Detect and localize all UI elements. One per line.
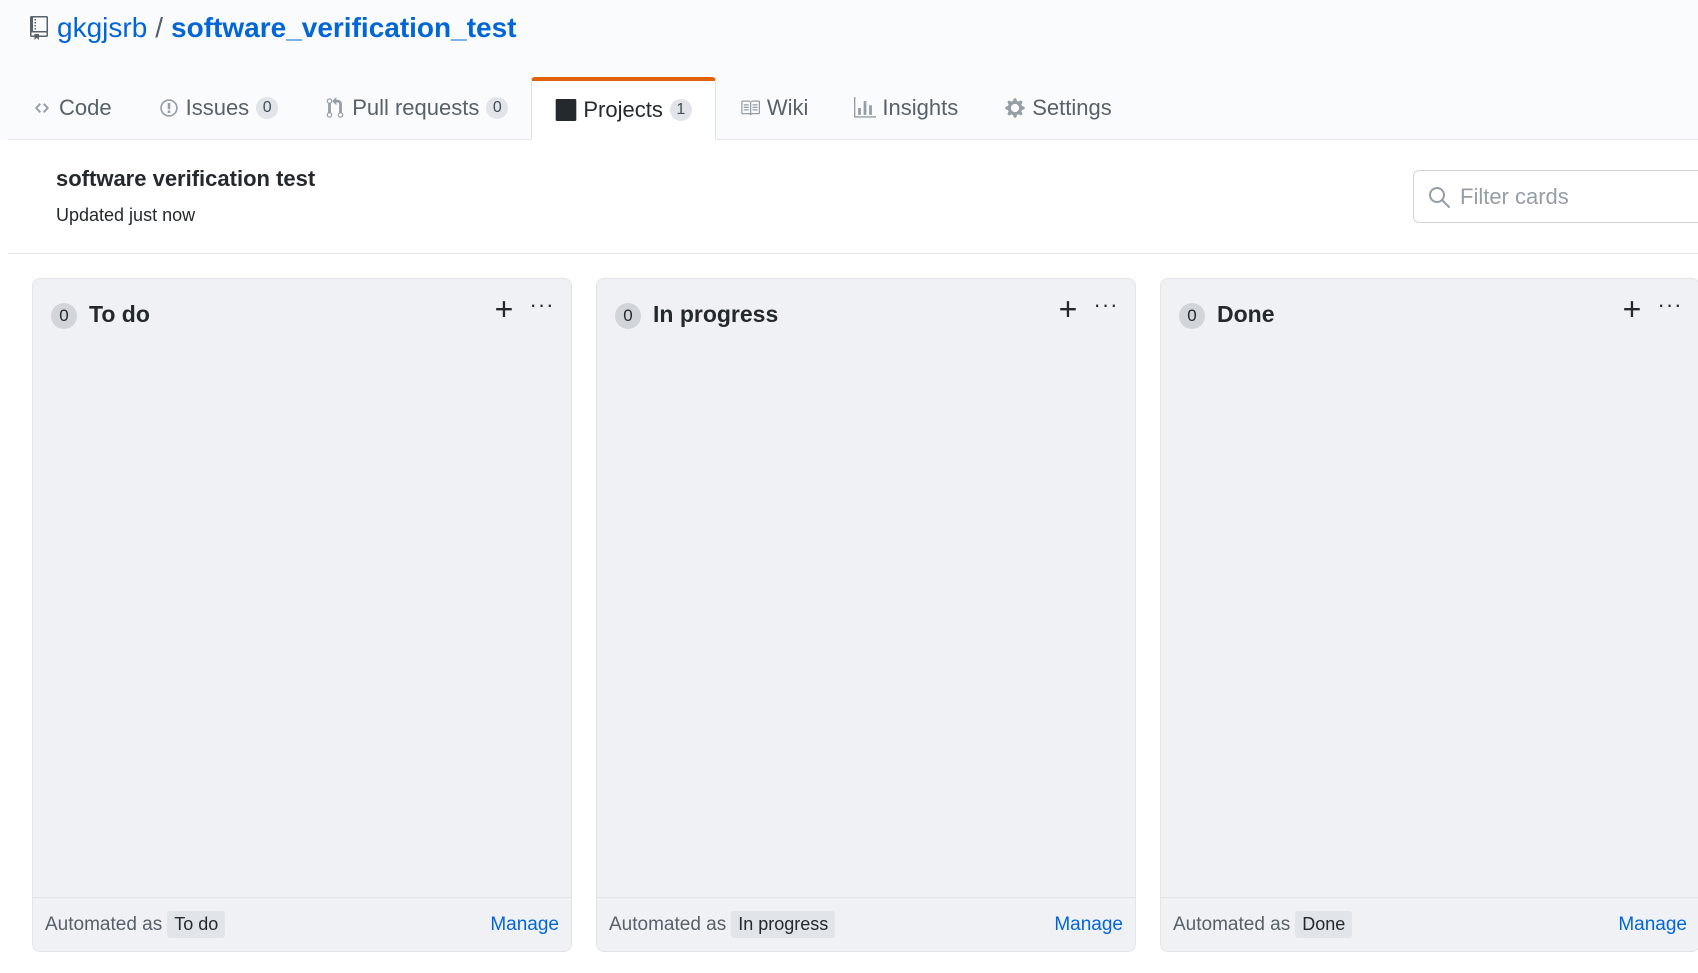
plus-icon: + <box>1058 291 1078 327</box>
code-icon <box>31 97 53 119</box>
tab-wiki[interactable]: Wiki <box>716 77 832 139</box>
issue-icon <box>158 97 180 119</box>
add-card-button[interactable]: + <box>1617 293 1647 325</box>
column-menu-button[interactable]: ··· <box>1091 292 1121 325</box>
tab-code[interactable]: Code <box>8 77 135 139</box>
automated-as-label: Automated as <box>1173 913 1291 935</box>
search-icon <box>1429 186 1450 208</box>
column-name: To do <box>89 301 150 327</box>
column-card-count: 0 <box>615 303 641 329</box>
filter-cards-box <box>1413 170 1698 223</box>
book-icon <box>739 97 761 119</box>
repo-header: gkgjsrb / software_verification_test Cod… <box>0 0 1698 140</box>
project-icon <box>555 99 577 121</box>
tab-issues-label: Issues <box>185 95 250 120</box>
column-footer: Automated as Done Manage <box>1161 897 1698 951</box>
automation-preset-badge: To do <box>167 911 226 938</box>
kebab-icon: ··· <box>529 292 555 317</box>
filter-cards-input[interactable] <box>1460 183 1698 210</box>
tab-code-label: Code <box>59 95 112 120</box>
column-name: In progress <box>653 301 779 327</box>
automated-as-label: Automated as <box>609 913 727 935</box>
tab-settings[interactable]: Settings <box>981 77 1135 139</box>
repo-owner-link[interactable]: gkgjsrb <box>57 12 147 44</box>
tab-projects[interactable]: Projects 1 <box>531 77 716 140</box>
plus-icon: + <box>1622 291 1642 327</box>
gear-icon <box>1004 97 1026 119</box>
column-header: 0 Done + ··· <box>1161 279 1698 349</box>
project-updated-time: Updated just now <box>56 205 196 225</box>
column-header: 0 In progress + ··· <box>597 279 1135 349</box>
repo-icon <box>30 16 48 40</box>
graph-icon <box>854 97 877 119</box>
repo-name-link[interactable]: software_verification_test <box>171 12 516 44</box>
issues-count-badge: 0 <box>256 97 279 119</box>
column-menu-button[interactable]: ··· <box>1655 292 1685 325</box>
column-footer: Automated as To do Manage <box>33 897 571 951</box>
tab-settings-label: Settings <box>1032 95 1112 120</box>
column-header: 0 To do + ··· <box>33 279 571 349</box>
project-column-in-progress: 0 In progress + ··· Automated as In prog… <box>596 278 1136 952</box>
tab-pull-requests-label: Pull requests <box>352 95 480 120</box>
project-column-todo: 0 To do + ··· Automated as To do Manage <box>32 278 572 952</box>
projects-count-badge: 1 <box>669 99 692 121</box>
automation-preset-badge: Done <box>1295 911 1353 938</box>
repo-title: gkgjsrb / software_verification_test <box>30 12 517 44</box>
column-menu-button[interactable]: ··· <box>527 292 557 325</box>
project-title: software verification test <box>56 166 316 191</box>
add-card-button[interactable]: + <box>489 293 519 325</box>
column-name: Done <box>1217 301 1275 327</box>
column-card-count: 0 <box>51 303 77 329</box>
pull-request-icon <box>324 97 346 119</box>
tab-insights-label: Insights <box>882 95 959 120</box>
tab-pull-requests[interactable]: Pull requests 0 <box>301 77 531 139</box>
manage-automation-link[interactable]: Manage <box>1618 914 1687 936</box>
repo-nav-tabs: Code Issues 0 Pull requests 0 Projects 1 <box>8 77 1698 140</box>
tab-projects-label: Projects <box>583 97 663 122</box>
project-column-done: 0 Done + ··· Automated as Done Manage <box>1160 278 1698 952</box>
manage-automation-link[interactable]: Manage <box>490 914 559 936</box>
repo-path-separator: / <box>155 12 164 43</box>
kebab-icon: ··· <box>1093 292 1119 317</box>
tab-issues[interactable]: Issues 0 <box>135 77 302 139</box>
kebab-icon: ··· <box>1657 292 1683 317</box>
manage-automation-link[interactable]: Manage <box>1054 914 1123 936</box>
add-card-button[interactable]: + <box>1053 293 1083 325</box>
tab-wiki-label: Wiki <box>766 95 809 120</box>
automated-as-label: Automated as <box>45 913 163 935</box>
column-footer: Automated as In progress Manage <box>597 897 1135 951</box>
tab-insights[interactable]: Insights <box>831 77 981 139</box>
plus-icon: + <box>494 291 514 327</box>
automation-preset-badge: In progress <box>731 911 836 938</box>
pull-requests-count-badge: 0 <box>486 97 509 119</box>
column-card-count: 0 <box>1179 303 1205 329</box>
